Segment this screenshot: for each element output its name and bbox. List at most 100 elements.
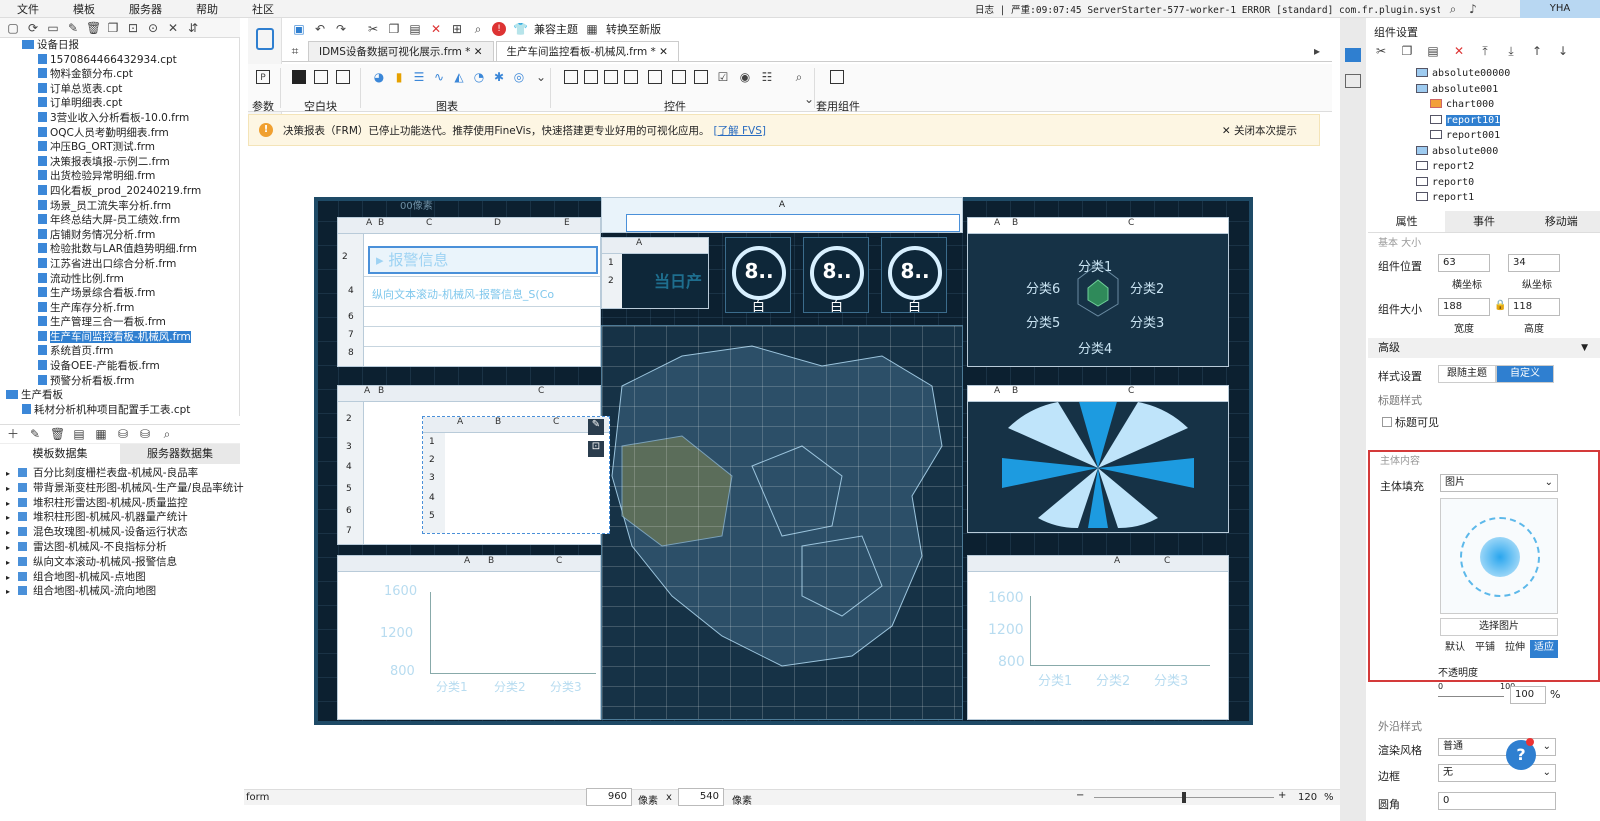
- file-tree-item[interactable]: 检验批数与LAR值趋势明细.frm: [0, 242, 239, 257]
- component-tree-item[interactable]: report2: [1368, 159, 1600, 175]
- delete-icon[interactable]: 🗑: [86, 21, 101, 35]
- copy-icon[interactable]: ❐: [1400, 44, 1414, 58]
- today-production[interactable]: A 1 2 当日产: [601, 237, 709, 309]
- block-icon[interactable]: [292, 70, 306, 84]
- menu-community[interactable]: 社区: [235, 1, 291, 17]
- dashboard-canvas[interactable]: 00像素 A B C D E 2 4 6 7 8 ▸ 报警信息 纵向文本滚动-机…: [314, 197, 1253, 725]
- tab-menu-icon[interactable]: ▸: [1310, 44, 1324, 58]
- lock-icon[interactable]: ⊡: [126, 21, 140, 35]
- layout-icon[interactable]: [314, 70, 328, 84]
- dataset-item[interactable]: ▸ 纵向文本滚动-机械风-报警信息: [0, 555, 240, 570]
- report-mid-left[interactable]: A B C 2 3 4 5 6 7 A B C 1 2 3 4 5: [337, 385, 610, 545]
- hbar-chart-icon[interactable]: ☰: [412, 70, 426, 84]
- line-chart-icon[interactable]: ∿: [432, 70, 446, 84]
- file-tree-item[interactable]: 决策报表填报-示例二.frm: [0, 155, 239, 170]
- file-tree-item[interactable]: 江苏省进出口综合分析.frm: [0, 257, 239, 272]
- tab-idms[interactable]: IDMS设备数据可视化展示.frm * ✕: [308, 41, 494, 61]
- paste-icon[interactable]: ▤: [408, 22, 422, 36]
- menu-help[interactable]: 帮助: [179, 1, 235, 17]
- file-tree-item[interactable]: 年终总结大屏-员工绩效.frm: [0, 213, 239, 228]
- expand-icon[interactable]: ▸: [6, 499, 10, 508]
- collapse-icon[interactable]: ✕: [166, 21, 180, 35]
- locate-icon[interactable]: ⊙: [146, 21, 160, 35]
- grid-icon[interactable]: ⌗: [288, 44, 302, 58]
- expand-icon[interactable]: ▸: [6, 484, 10, 493]
- file-tree-item[interactable]: 订单总览表.cpt: [0, 82, 239, 97]
- component-settings-icon[interactable]: [1345, 48, 1361, 62]
- header-report[interactable]: A: [601, 197, 963, 233]
- rose-chart[interactable]: A B C: [967, 385, 1229, 533]
- date-widget-icon[interactable]: [624, 70, 638, 84]
- new-file-icon[interactable]: ▢: [6, 21, 20, 35]
- file-tree-item[interactable]: 冲压BG_ORT测试.frm: [0, 140, 239, 155]
- add-icon[interactable]: ＋: [6, 427, 20, 441]
- dataset-item[interactable]: ▸ 百分比刻度栅栏表盘-机械风-良品率: [0, 466, 240, 481]
- tab-server-dataset[interactable]: 服务器数据集: [120, 444, 240, 464]
- component-tree-item[interactable]: absolute000: [1368, 144, 1600, 160]
- expand-icon[interactable]: ▸: [6, 573, 10, 582]
- body-fill-select[interactable]: 图片 ⌄: [1440, 474, 1558, 492]
- edit-icon[interactable]: ✎: [66, 21, 80, 35]
- component-tree-item[interactable]: report101: [1368, 113, 1600, 129]
- custom-style-button[interactable]: 自定义: [1496, 365, 1554, 383]
- cut-icon[interactable]: ✂: [1374, 44, 1388, 58]
- pie-chart-icon[interactable]: ◕: [372, 70, 386, 84]
- copy-icon[interactable]: ❐: [106, 21, 120, 35]
- gauge-3[interactable]: 8.. 白: [881, 237, 947, 315]
- pos-x-input[interactable]: 63: [1438, 254, 1490, 272]
- combo-widget-icon[interactable]: [648, 70, 662, 84]
- width-input[interactable]: 188: [1438, 298, 1490, 316]
- file-tree-item[interactable]: 设备OEE-产能看板.frm: [0, 359, 239, 374]
- file-tree-item[interactable]: 订单明细表.cpt: [0, 96, 239, 111]
- preview-icon[interactable]: ⊞: [450, 22, 464, 36]
- render-select[interactable]: 普通 ⌄: [1438, 738, 1556, 756]
- report101-selected[interactable]: A B C 1 2 3 4 5: [422, 416, 610, 534]
- layout-icon[interactable]: [1345, 74, 1361, 88]
- zoom-out-icon[interactable]: −: [1076, 790, 1084, 801]
- border-select[interactable]: 无 ⌄: [1438, 764, 1556, 782]
- report-bar-right[interactable]: A C 1600 1200 800 分类1 分类2 分类3: [967, 555, 1229, 720]
- edit-icon[interactable]: ✎: [28, 427, 42, 441]
- log-status[interactable]: 日志 | 严重:09:07:45 ServerStarter-577-worke…: [975, 2, 1440, 16]
- component-tree-item[interactable]: absolute001: [1368, 82, 1600, 98]
- copy-icon[interactable]: ❐: [387, 22, 401, 36]
- expand-icon[interactable]: ▸: [6, 543, 10, 552]
- search-widget-icon[interactable]: ⌕: [792, 70, 806, 84]
- lock-ratio-icon[interactable]: 🔒: [1494, 300, 1506, 311]
- search-icon[interactable]: ⌕: [160, 427, 174, 441]
- opacity-slider[interactable]: [1438, 696, 1504, 697]
- move-top-icon[interactable]: ⤒: [1478, 44, 1492, 58]
- height-input[interactable]: 118: [1508, 298, 1560, 316]
- split-icon[interactable]: [336, 70, 350, 84]
- menu-server[interactable]: 服务器: [112, 1, 179, 17]
- edit-widget-icon[interactable]: ✎: [588, 419, 604, 435]
- file-tree-item[interactable]: 生产看板: [0, 388, 239, 403]
- file-tree-item[interactable]: 物料金额分布.cpt: [0, 67, 239, 82]
- lock-widget-icon[interactable]: ⊡: [588, 441, 604, 457]
- radius-input[interactable]: 0: [1438, 792, 1556, 810]
- expand-icon[interactable]: ▸: [6, 587, 10, 596]
- file-tree-item[interactable]: OQC人员考勤明细表.frm: [0, 126, 239, 141]
- open-folder-icon[interactable]: ▭: [46, 21, 60, 35]
- radar-chart-icon[interactable]: ✱: [492, 70, 506, 84]
- title-visible-checkbox[interactable]: 标题可见: [1382, 414, 1439, 430]
- cut-icon[interactable]: ✂: [366, 22, 380, 36]
- mode-default[interactable]: 默认: [1440, 640, 1470, 658]
- radar-chart[interactable]: A B C 分类1 分类2 分类3 分类4 分类5 分类6: [967, 217, 1229, 367]
- mode-tile[interactable]: 平铺: [1470, 640, 1500, 658]
- opacity-input[interactable]: 100: [1510, 686, 1546, 704]
- switch-button[interactable]: 转换至新版: [606, 21, 661, 37]
- report-bar-left[interactable]: A B C 1600 1200 800 分类1 分类2 分类3: [337, 555, 601, 720]
- dataset-item[interactable]: ▸ 堆积柱形雷达图-机械风-质量监控: [0, 496, 240, 511]
- number-widget-icon[interactable]: [604, 70, 618, 84]
- gauge-1[interactable]: 8.. 白: [725, 237, 791, 315]
- delete-icon[interactable]: 🗑: [50, 427, 65, 441]
- theme-button[interactable]: 兼容主题: [534, 21, 578, 37]
- expand-icon[interactable]: ▸: [6, 558, 10, 567]
- radio-widget-icon[interactable]: ◉: [738, 70, 752, 84]
- advanced-section[interactable]: 高级 ▼: [1368, 338, 1600, 358]
- zoom-thumb[interactable]: [1182, 792, 1186, 803]
- pos-y-input[interactable]: 34: [1508, 254, 1560, 272]
- dataset-item[interactable]: ▸ 混色玫瑰图-机械风-设备运行状态: [0, 525, 240, 540]
- database-icon[interactable]: ⛁: [138, 427, 152, 441]
